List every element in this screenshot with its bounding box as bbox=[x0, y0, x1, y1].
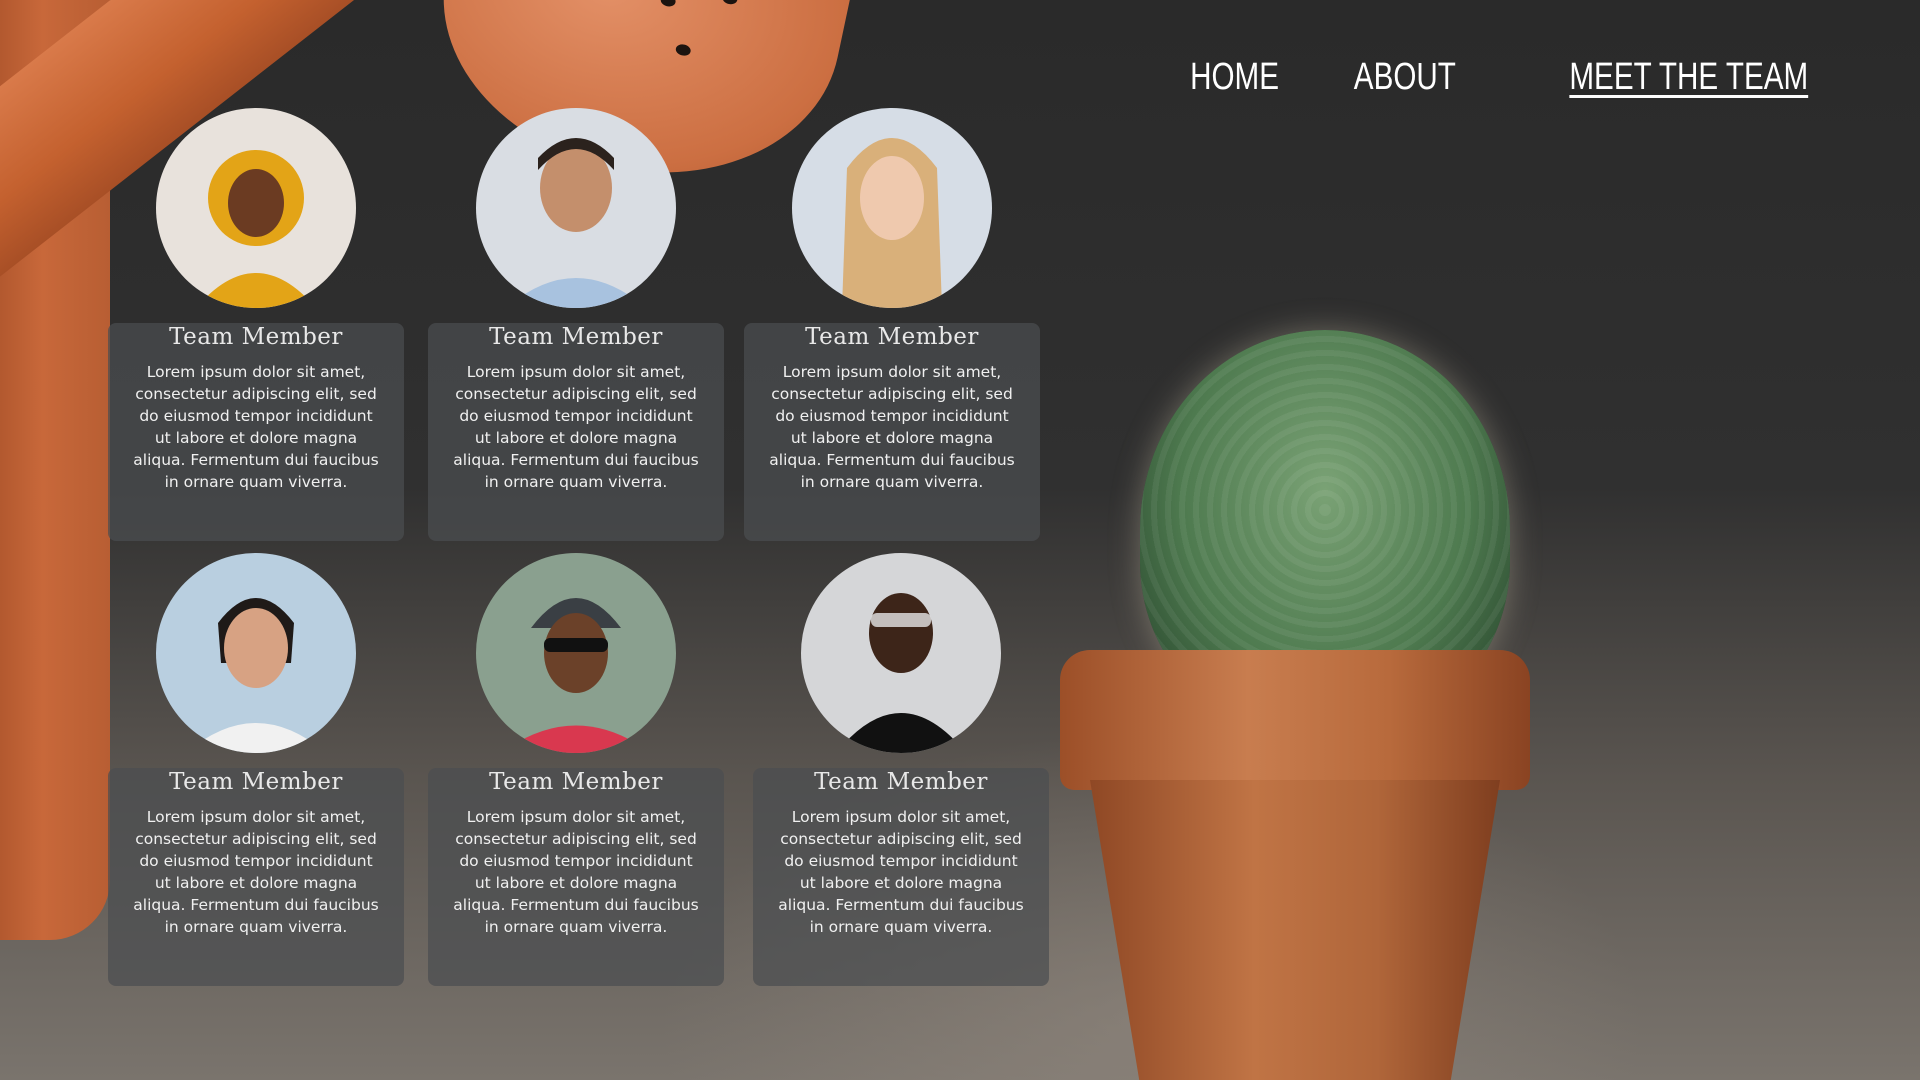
member-photo bbox=[156, 553, 356, 753]
nav-about[interactable]: ABOUT bbox=[1354, 56, 1456, 99]
member-name: Team Member bbox=[814, 769, 988, 795]
member-bio: Lorem ipsum dolor sit amet, consectetur … bbox=[769, 363, 1015, 491]
member-photo bbox=[476, 553, 676, 753]
member-photo bbox=[792, 108, 992, 308]
member-bio: Lorem ipsum dolor sit amet, consectetur … bbox=[133, 808, 379, 936]
member-info: Team Member Lorem ipsum dolor sit amet, … bbox=[108, 768, 404, 986]
member-info: Team Member Lorem ipsum dolor sit amet, … bbox=[428, 323, 724, 541]
pot-rim bbox=[1060, 650, 1530, 790]
member-info: Team Member Lorem ipsum dolor sit amet, … bbox=[744, 323, 1040, 541]
member-bio: Lorem ipsum dolor sit amet, consectetur … bbox=[453, 808, 699, 936]
member-bio: Lorem ipsum dolor sit amet, consectetur … bbox=[778, 808, 1024, 936]
member-info: Team Member Lorem ipsum dolor sit amet, … bbox=[753, 768, 1049, 986]
main-nav: HOME ABOUT MEET THE TEAM bbox=[1165, 56, 1808, 99]
member-name: Team Member bbox=[169, 324, 343, 350]
member-info: Team Member Lorem ipsum dolor sit amet, … bbox=[108, 323, 404, 541]
pot-body bbox=[1090, 780, 1500, 1080]
member-bio: Lorem ipsum dolor sit amet, consectetur … bbox=[453, 363, 699, 491]
member-info: Team Member Lorem ipsum dolor sit amet, … bbox=[428, 768, 724, 986]
member-photo bbox=[476, 108, 676, 308]
member-bio: Lorem ipsum dolor sit amet, consectetur … bbox=[133, 363, 379, 491]
nav-meet-the-team[interactable]: MEET THE TEAM bbox=[1569, 56, 1808, 99]
nav-home[interactable]: HOME bbox=[1190, 56, 1279, 99]
member-name: Team Member bbox=[805, 324, 979, 350]
member-name: Team Member bbox=[489, 324, 663, 350]
member-photo bbox=[801, 553, 1001, 753]
member-name: Team Member bbox=[169, 769, 343, 795]
member-photo bbox=[156, 108, 356, 308]
member-name: Team Member bbox=[489, 769, 663, 795]
